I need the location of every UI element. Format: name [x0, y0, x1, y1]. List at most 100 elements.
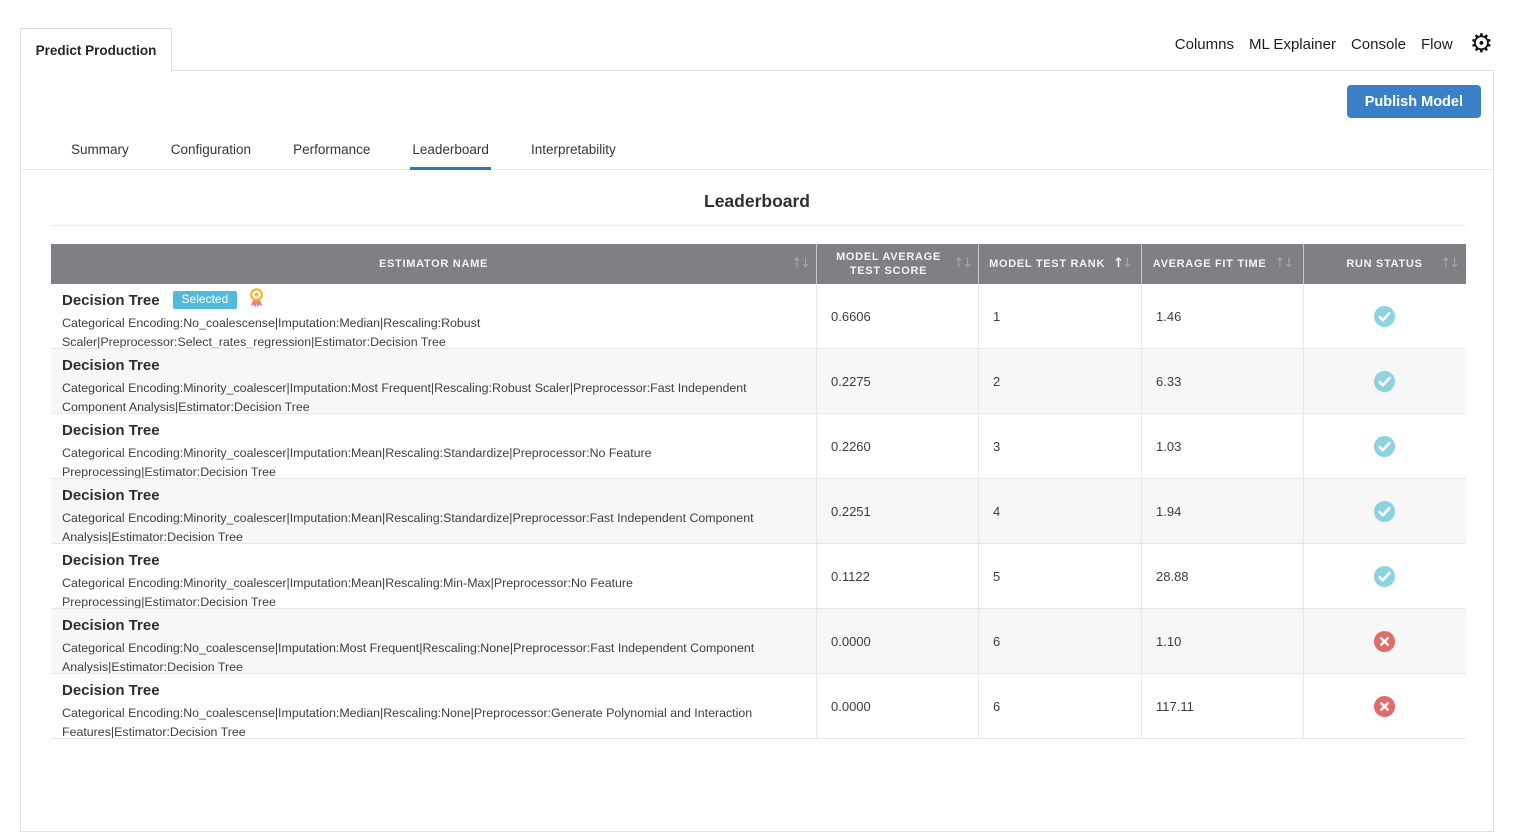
- estimator-name: Decision Tree: [62, 551, 160, 569]
- score-cell: 0.2260: [817, 414, 979, 478]
- sort-icons[interactable]: ↑↓: [953, 257, 973, 271]
- rank-cell: 5: [979, 544, 1142, 608]
- fit-time-cell: 6.33: [1142, 349, 1304, 413]
- column-label: ESTIMATOR NAME: [378, 258, 488, 270]
- nav-columns[interactable]: Columns: [1175, 36, 1234, 53]
- sort-icons[interactable]: ↑↓: [1440, 257, 1460, 271]
- fit-time-cell: 1.10: [1142, 609, 1304, 673]
- estimator-description: Categorical Encoding:Minority_coalescer|…: [62, 381, 747, 413]
- score-cell: 0.1122: [817, 544, 979, 608]
- tab-summary[interactable]: Summary: [69, 133, 131, 170]
- estimator-description: Categorical Encoding:No_coalescense|Impu…: [62, 641, 755, 673]
- tab-bar: Summary Configuration Performance Leader…: [21, 133, 1493, 170]
- estimator-cell: Decision Tree Selected Categorical Encod…: [51, 284, 817, 348]
- score-cell: 0.2251: [817, 479, 979, 543]
- run-status-cell: [1304, 349, 1465, 413]
- success-check-icon: [1373, 565, 1396, 587]
- column-label: RUN STATUS: [1346, 258, 1423, 270]
- column-header-model-test-rank[interactable]: MODEL TEST RANK ↑↓: [979, 244, 1142, 284]
- run-status-icon: [1373, 695, 1396, 718]
- estimator-name: Decision Tree: [62, 356, 160, 374]
- estimator-name: Decision Tree: [62, 291, 160, 309]
- fit-time-cell: 1.46: [1142, 284, 1304, 348]
- run-status-icon: [1373, 565, 1396, 588]
- run-status-icon: [1373, 630, 1396, 653]
- title-divider: [51, 225, 1466, 226]
- run-status-cell: [1304, 674, 1465, 738]
- table-row[interactable]: Decision Tree Categorical Encoding:No_co…: [51, 609, 1466, 674]
- rank-cell: 2: [979, 349, 1142, 413]
- tab-leaderboard[interactable]: Leaderboard: [410, 133, 491, 170]
- table-row[interactable]: Decision Tree Categorical Encoding:Minor…: [51, 544, 1466, 609]
- rank-cell: 3: [979, 414, 1142, 478]
- estimator-name: Decision Tree: [62, 681, 160, 699]
- rank-cell: 4: [979, 479, 1142, 543]
- column-header-model-average-test-score[interactable]: MODEL AVERAGE TEST SCORE ↑↓: [817, 244, 979, 284]
- estimator-cell: Decision Tree Categorical Encoding:No_co…: [51, 674, 817, 738]
- success-check-icon: [1373, 435, 1396, 457]
- estimator-description: Categorical Encoding:No_coalescense|Impu…: [62, 706, 753, 738]
- estimator-description: Categorical Encoding:Minority_coalescer|…: [62, 576, 633, 608]
- selected-badge: Selected: [172, 291, 238, 309]
- run-status-icon: [1373, 305, 1396, 328]
- table-row[interactable]: Decision Tree Categorical Encoding:Minor…: [51, 479, 1466, 544]
- estimator-name: Decision Tree: [62, 421, 160, 439]
- score-cell: 0.2275: [817, 349, 979, 413]
- success-check-icon: [1373, 500, 1396, 522]
- main-panel: Publish Model Summary Configuration Perf…: [20, 70, 1494, 832]
- top-navigation: Columns ML Explainer Console Flow ⚙: [1175, 31, 1493, 57]
- estimator-cell: Decision Tree Categorical Encoding:Minor…: [51, 414, 817, 478]
- run-status-icon: [1373, 435, 1396, 458]
- run-status-cell: [1304, 544, 1465, 608]
- success-check-icon: [1373, 305, 1396, 327]
- estimator-description: Categorical Encoding:Minority_coalescer|…: [62, 511, 754, 543]
- tab-configuration[interactable]: Configuration: [169, 133, 253, 170]
- score-cell: 0.0000: [817, 609, 979, 673]
- sort-icons-active[interactable]: ↑↓: [1113, 257, 1133, 271]
- gear-icon[interactable]: ⚙: [1470, 31, 1493, 57]
- run-status-cell: [1304, 479, 1465, 543]
- nav-console[interactable]: Console: [1351, 36, 1406, 53]
- estimator-cell: Decision Tree Categorical Encoding:Minor…: [51, 349, 817, 413]
- table-row[interactable]: Decision Tree Categorical Encoding:Minor…: [51, 414, 1466, 479]
- table-row[interactable]: Decision Tree Categorical Encoding:No_co…: [51, 674, 1466, 739]
- estimator-description: Categorical Encoding:No_coalescense|Impu…: [62, 316, 481, 348]
- nav-flow[interactable]: Flow: [1421, 36, 1453, 53]
- estimator-cell: Decision Tree Categorical Encoding:Minor…: [51, 479, 817, 543]
- page-title: Leaderboard: [704, 191, 810, 211]
- rank-cell: 1: [979, 284, 1142, 348]
- run-status-cell: [1304, 609, 1465, 673]
- column-label: AVERAGE FIT TIME: [1152, 258, 1267, 270]
- column-header-estimator-name[interactable]: ESTIMATOR NAME ↑↓: [51, 244, 817, 284]
- sort-icons[interactable]: ↑↓: [791, 257, 811, 271]
- rank-cell: 6: [979, 609, 1142, 673]
- sort-icons[interactable]: ↑↓: [1274, 257, 1294, 271]
- run-status-icon: [1373, 500, 1396, 523]
- estimator-cell: Decision Tree Categorical Encoding:Minor…: [51, 544, 817, 608]
- fit-time-cell: 28.88: [1142, 544, 1304, 608]
- predict-production-tab-label: Predict Production: [35, 43, 157, 58]
- estimator-description: Categorical Encoding:Minority_coalescer|…: [62, 446, 652, 478]
- publish-model-button[interactable]: Publish Model: [1346, 85, 1481, 118]
- predict-production-tab[interactable]: Predict Production: [20, 28, 172, 72]
- estimator-name: Decision Tree: [62, 616, 160, 634]
- column-label: MODEL TEST RANK: [989, 258, 1106, 270]
- fit-time-cell: 1.03: [1142, 414, 1304, 478]
- failed-x-icon: [1373, 630, 1396, 652]
- nav-ml-explainer[interactable]: ML Explainer: [1249, 36, 1336, 53]
- column-header-average-fit-time[interactable]: AVERAGE FIT TIME ↑↓: [1142, 244, 1304, 284]
- column-header-run-status[interactable]: RUN STATUS ↑↓: [1304, 244, 1465, 284]
- leaderboard-table: ESTIMATOR NAME ↑↓ MODEL AVERAGE TEST SCO…: [51, 244, 1466, 739]
- table-header: ESTIMATOR NAME ↑↓ MODEL AVERAGE TEST SCO…: [51, 244, 1466, 284]
- tab-interpretability[interactable]: Interpretability: [529, 133, 618, 170]
- fit-time-cell: 117.11: [1142, 674, 1304, 738]
- rank-cell: 6: [979, 674, 1142, 738]
- medal-icon: [248, 287, 265, 313]
- estimator-name: Decision Tree: [62, 486, 160, 504]
- score-cell: 0.6606: [817, 284, 979, 348]
- run-status-cell: [1304, 284, 1465, 348]
- table-row[interactable]: Decision Tree Selected Categorical Encod…: [51, 284, 1466, 349]
- tab-performance[interactable]: Performance: [291, 133, 372, 170]
- table-row[interactable]: Decision Tree Categorical Encoding:Minor…: [51, 349, 1466, 414]
- success-check-icon: [1373, 370, 1396, 392]
